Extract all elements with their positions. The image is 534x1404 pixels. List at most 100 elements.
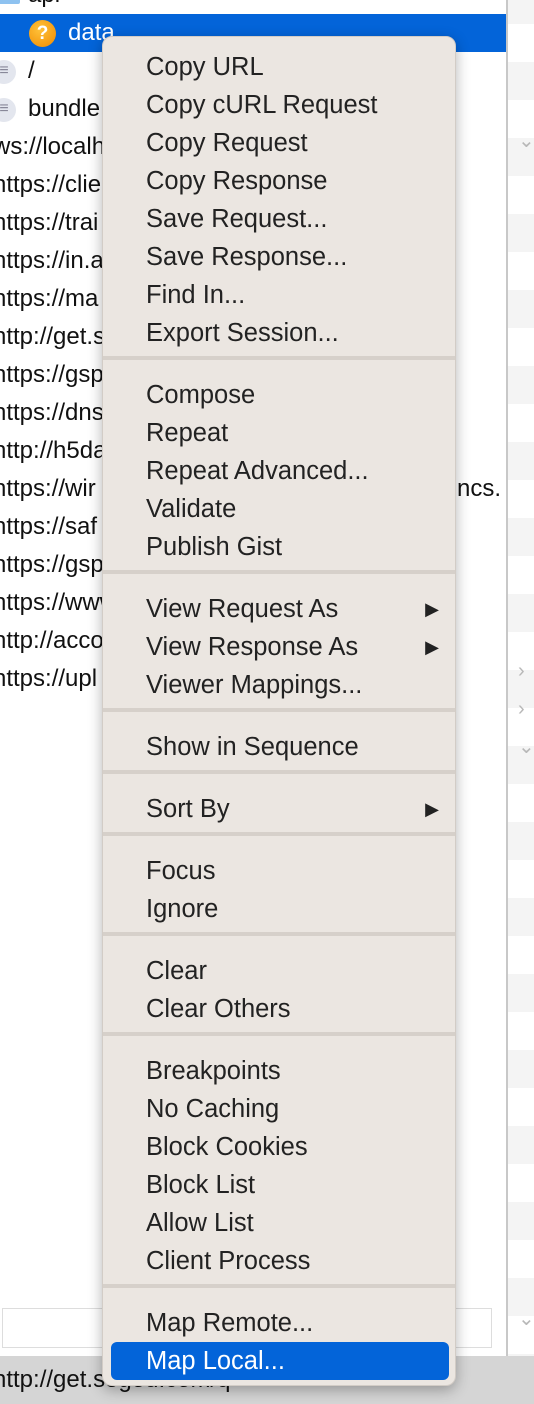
- chevron-down-icon[interactable]: ⌄: [518, 1306, 534, 1331]
- menu-item-copy-url[interactable]: Copy URL: [111, 48, 449, 86]
- list-item-label: bundle: [28, 95, 101, 122]
- menu-item-label: View Request As: [146, 595, 339, 623]
- menu-separator: [103, 708, 455, 712]
- detail-row: [508, 442, 534, 480]
- menu-item-block-list[interactable]: Block List: [111, 1166, 449, 1204]
- list-item-label: ws://localh: [0, 133, 106, 160]
- list-item-label: https://saf: [0, 513, 98, 540]
- menu-item-ignore[interactable]: Ignore: [111, 890, 449, 928]
- submenu-arrow-icon: ▶: [425, 799, 439, 819]
- menu-item-no-caching[interactable]: No Caching: [111, 1090, 449, 1128]
- menu-item-publish-gist[interactable]: Publish Gist: [111, 528, 449, 566]
- menu-item-copy-response[interactable]: Copy Response: [111, 162, 449, 200]
- menu-item-compose[interactable]: Compose: [111, 376, 449, 414]
- menu-item-save-request[interactable]: Save Request...: [111, 200, 449, 238]
- menu-item-validate[interactable]: Validate: [111, 490, 449, 528]
- detail-row: [508, 214, 534, 252]
- list-item-label: https://gsp: [0, 361, 104, 388]
- menu-item-show-in-sequence[interactable]: Show in Sequence: [111, 728, 449, 766]
- menu-item-label: Map Local...: [146, 1347, 285, 1375]
- menu-item-label: No Caching: [146, 1095, 280, 1123]
- menu-item-label: View Response As: [146, 633, 359, 661]
- detail-row: [508, 594, 534, 632]
- menu-separator: [103, 1284, 455, 1288]
- folder-icon: [0, 0, 20, 4]
- menu-item-view-response-as[interactable]: View Response As ▶: [111, 628, 449, 666]
- menu-item-find-in[interactable]: Find In...: [111, 276, 449, 314]
- menu-item-label: Sort By: [146, 795, 230, 823]
- menu-item-repeat-advanced[interactable]: Repeat Advanced...: [111, 452, 449, 490]
- submenu-arrow-icon: ▶: [425, 637, 439, 657]
- detail-pane: ⌄ › › ⌄ ⌄: [508, 0, 534, 1392]
- menu-item-breakpoints[interactable]: Breakpoints: [111, 1052, 449, 1090]
- menu-item-label: Copy cURL Request: [146, 91, 378, 119]
- list-item-label: https://clie: [0, 171, 102, 198]
- menu-item-label: Copy Request: [146, 129, 308, 157]
- menu-item-label: Publish Gist: [146, 533, 283, 561]
- list-item-label: https://in.a: [0, 247, 104, 274]
- document-icon: ≡: [0, 98, 16, 122]
- menu-item-view-request-as[interactable]: View Request As ▶: [111, 590, 449, 628]
- menu-item-repeat[interactable]: Repeat: [111, 414, 449, 452]
- menu-item-sort-by[interactable]: Sort By ▶: [111, 790, 449, 828]
- menu-item-allow-list[interactable]: Allow List: [111, 1204, 449, 1242]
- detail-row: [508, 822, 534, 860]
- menu-item-focus[interactable]: Focus: [111, 852, 449, 890]
- detail-row: [508, 0, 534, 24]
- menu-item-export-session[interactable]: Export Session...: [111, 314, 449, 352]
- list-item-label: https://gsp: [0, 551, 104, 578]
- menu-item-map-local[interactable]: Map Local...: [111, 1342, 449, 1380]
- menu-item-label: Find In...: [146, 281, 246, 309]
- list-item-label: http://h5da: [0, 437, 107, 464]
- chevron-right-icon[interactable]: ›: [518, 698, 525, 721]
- menu-item-map-remote[interactable]: Map Remote...: [111, 1304, 449, 1342]
- menu-separator: [103, 932, 455, 936]
- menu-separator: [103, 356, 455, 360]
- context-menu: Copy URL Copy cURL Request Copy Request Cop…: [102, 36, 456, 1386]
- menu-item-label: Export Session...: [146, 319, 339, 347]
- menu-item-client-process[interactable]: Client Process: [111, 1242, 449, 1280]
- menu-item-copy-request[interactable]: Copy Request: [111, 124, 449, 162]
- detail-row: [508, 1050, 534, 1088]
- list-item-label: https://www: [0, 589, 118, 616]
- list-item-label: http://acco: [0, 627, 104, 654]
- menu-item-label: Block Cookies: [146, 1133, 308, 1161]
- detail-row: [508, 1202, 534, 1240]
- menu-item-label: Repeat: [146, 419, 229, 447]
- menu-item-label: Block List: [146, 1171, 256, 1199]
- list-item-label: https://wir: [0, 475, 96, 502]
- menu-item-label: Validate: [146, 495, 237, 523]
- list-item-label: /: [28, 57, 35, 84]
- menu-item-label: Clear Others: [146, 995, 291, 1023]
- chevron-down-icon[interactable]: ⌄: [518, 128, 534, 153]
- detail-row: [508, 366, 534, 404]
- menu-item-label: Ignore: [146, 895, 219, 923]
- menu-item-clear[interactable]: Clear: [111, 952, 449, 990]
- list-item[interactable]: api: [0, 0, 506, 14]
- detail-row: [508, 974, 534, 1012]
- list-item-label: api: [28, 0, 60, 14]
- menu-item-label: Breakpoints: [146, 1057, 281, 1085]
- list-item-label: https://dns: [0, 399, 104, 426]
- menu-item-viewer-mappings[interactable]: Viewer Mappings...: [111, 666, 449, 704]
- question-icon: ?: [29, 20, 56, 47]
- menu-item-clear-others[interactable]: Clear Others: [111, 990, 449, 1028]
- document-icon: ≡: [0, 60, 16, 84]
- menu-item-block-cookies[interactable]: Block Cookies: [111, 1128, 449, 1166]
- chevron-down-icon[interactable]: ⌄: [518, 734, 534, 759]
- detail-row: [508, 62, 534, 100]
- menu-separator: [103, 770, 455, 774]
- menu-item-label: Map Remote...: [146, 1309, 314, 1337]
- menu-item-label: Repeat Advanced...: [146, 457, 369, 485]
- menu-item-label: Save Request...: [146, 205, 328, 233]
- menu-item-label: Copy URL: [146, 53, 264, 81]
- menu-item-copy-curl-request[interactable]: Copy cURL Request: [111, 86, 449, 124]
- detail-row: [508, 898, 534, 936]
- chevron-right-icon[interactable]: ›: [518, 660, 525, 683]
- menu-item-label: Client Process: [146, 1247, 311, 1275]
- list-item-label: https://ma: [0, 285, 99, 312]
- menu-item-save-response[interactable]: Save Response...: [111, 238, 449, 276]
- menu-item-label: Compose: [146, 381, 256, 409]
- menu-item-label: Viewer Mappings...: [146, 671, 363, 699]
- menu-item-label: Focus: [146, 857, 216, 885]
